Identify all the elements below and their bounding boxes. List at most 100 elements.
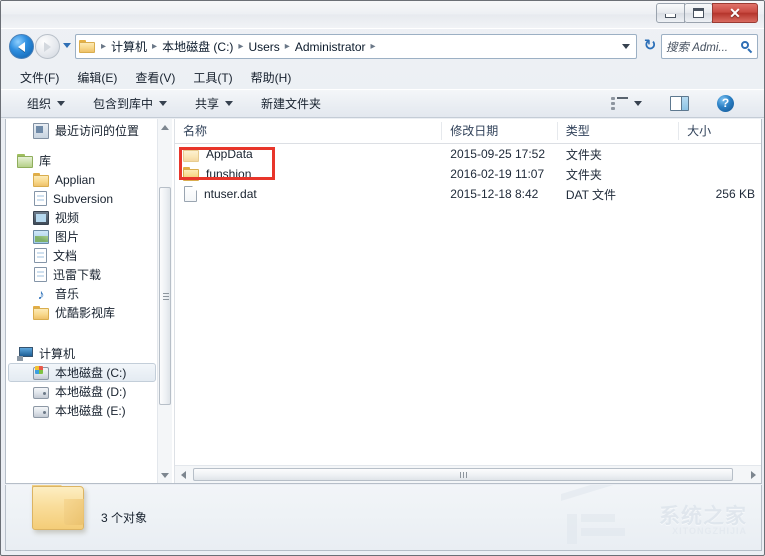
folder-icon xyxy=(183,166,199,183)
help-button[interactable]: ? xyxy=(709,92,742,115)
window-controls: ✕ xyxy=(656,3,758,24)
sidebar-item-label: 视频 xyxy=(55,211,80,225)
maximize-button[interactable] xyxy=(684,3,713,23)
music-icon: ♪ xyxy=(37,285,45,302)
column-header-name[interactable]: 名称 xyxy=(175,122,443,140)
computer-icon xyxy=(17,347,33,361)
library-icon xyxy=(17,154,33,168)
breadcrumb-computer[interactable]: 计算机 xyxy=(108,37,150,56)
sidebar-item-label: 优酷影视库 xyxy=(55,306,116,320)
breadcrumb-users[interactable]: Users xyxy=(245,39,282,55)
sidebar-item-label: Subversion xyxy=(53,191,114,206)
new-folder-button[interactable]: 新建文件夹 xyxy=(253,92,329,115)
help-icon: ? xyxy=(717,95,734,112)
back-button[interactable] xyxy=(9,34,34,59)
menu-view[interactable]: 查看(V) xyxy=(126,67,184,88)
minimize-icon xyxy=(665,13,676,18)
sidebar-item-label: 库 xyxy=(39,154,52,168)
triangle-right-icon xyxy=(750,470,756,479)
sidebar-item-label: 本地磁盘 (C:) xyxy=(55,366,127,380)
folder-icon xyxy=(33,173,49,187)
sidebar-item-label: 音乐 xyxy=(55,287,80,301)
sidebar-item-computer[interactable]: 计算机 xyxy=(8,344,156,363)
column-header-date-modified[interactable]: 修改日期 xyxy=(442,122,558,140)
refresh-button[interactable]: ↻ xyxy=(641,37,659,55)
file-name-cell[interactable]: AppData xyxy=(175,147,442,162)
column-header-type[interactable]: 类型 xyxy=(558,122,680,140)
breadcrumb-administrator[interactable]: Administrator xyxy=(292,39,369,55)
sidebar-item-documents[interactable]: 文档 xyxy=(8,246,156,265)
watermark: 系统之家 XITONGZHIJIA xyxy=(557,485,753,548)
chevron-down-icon xyxy=(57,101,66,106)
sidebar-item-local-disk-c[interactable]: 本地磁盘 (C:) xyxy=(8,363,156,382)
sidebar-item-music[interactable]: ♪ 音乐 xyxy=(8,284,156,303)
scroll-up-button[interactable] xyxy=(158,119,172,135)
explorer-window: ✕ ▸ 计算机 ▸ 本地磁盘 (C:) ▸ Users ▸ Administra… xyxy=(0,0,765,556)
horizontal-scrollbar-track[interactable] xyxy=(191,467,745,482)
sidebar-item-pictures[interactable]: 图片 xyxy=(8,227,156,246)
address-bar[interactable]: ▸ 计算机 ▸ 本地磁盘 (C:) ▸ Users ▸ Administrato… xyxy=(75,34,637,59)
search-input[interactable]: 搜索 Admi... xyxy=(666,39,741,55)
organize-button[interactable]: 组织 xyxy=(19,92,73,115)
sidebar-item-label: 文档 xyxy=(53,249,78,263)
menu-edit[interactable]: 编辑(E) xyxy=(68,67,126,88)
arrow-right-icon xyxy=(44,41,51,52)
scroll-down-button[interactable] xyxy=(158,467,172,483)
command-toolbar: 组织 包含到库中 共享 新建文件夹 ? xyxy=(1,89,764,118)
watermark-subtitle: XITONGZHIJIA xyxy=(672,526,747,536)
column-header-row: 名称 修改日期 类型 大小 xyxy=(175,119,761,144)
sidebar-item-local-disk-e[interactable]: 本地磁盘 (E:) xyxy=(8,401,156,420)
sidebar-scrollbar[interactable] xyxy=(157,119,172,483)
picture-icon xyxy=(33,230,49,244)
address-dropdown-icon[interactable] xyxy=(622,44,630,49)
share-button[interactable]: 共享 xyxy=(187,92,241,115)
sidebar-item-videos[interactable]: 视频 xyxy=(8,208,156,227)
sidebar-item-label: 计算机 xyxy=(39,347,76,361)
breadcrumb-separator: ▸ xyxy=(370,41,376,52)
include-in-library-button[interactable]: 包含到库中 xyxy=(85,92,175,115)
close-button[interactable]: ✕ xyxy=(712,3,758,23)
preview-pane-button[interactable] xyxy=(662,93,697,114)
file-date-cell: 2016-02-19 11:07 xyxy=(450,167,545,181)
sidebar-item-thunder-download[interactable]: 迅雷下载 xyxy=(8,265,156,284)
sidebar-item-libraries[interactable]: 库 xyxy=(8,151,156,170)
menu-tools[interactable]: 工具(T) xyxy=(184,67,241,88)
include-in-library-label: 包含到库中 xyxy=(93,97,154,111)
table-row[interactable]: funshion 2016-02-19 11:07 文件夹 xyxy=(175,164,761,184)
scroll-right-button[interactable] xyxy=(745,467,761,482)
column-header-size[interactable]: 大小 xyxy=(679,122,761,140)
arrow-left-icon xyxy=(18,41,25,52)
horizontal-scrollbar[interactable] xyxy=(175,465,761,483)
sidebar-item-youku-library[interactable]: 优酷影视库 xyxy=(8,303,156,322)
maximize-icon xyxy=(693,8,704,18)
horizontal-scrollbar-thumb[interactable] xyxy=(193,468,733,481)
table-row[interactable]: AppData 2015-09-25 17:52 文件夹 xyxy=(175,144,761,164)
folder-icon xyxy=(33,306,49,320)
sidebar-item-label: 本地磁盘 (D:) xyxy=(55,385,127,399)
sidebar-item-applian[interactable]: Applian xyxy=(8,170,156,189)
chevron-down-icon xyxy=(225,101,234,106)
forward-button[interactable] xyxy=(35,34,60,59)
scroll-left-button[interactable] xyxy=(175,467,191,482)
history-dropdown-icon[interactable] xyxy=(63,43,71,48)
search-icon xyxy=(741,40,753,53)
search-box[interactable]: 搜索 Admi... xyxy=(661,34,758,59)
drive-icon xyxy=(33,405,49,418)
title-bar: ✕ xyxy=(1,1,764,29)
breadcrumb-local-disk-c[interactable]: 本地磁盘 (C:) xyxy=(159,37,236,56)
menu-help[interactable]: 帮助(H) xyxy=(242,67,301,88)
minimize-button[interactable] xyxy=(656,3,685,23)
document-icon xyxy=(34,248,47,263)
file-name-cell[interactable]: ntuser.dat xyxy=(175,186,442,202)
table-row[interactable]: ntuser.dat 2015-12-18 8:42 DAT 文件 256 KB xyxy=(175,184,761,204)
menu-file[interactable]: 文件(F) xyxy=(11,67,68,88)
sidebar-item-subversion[interactable]: Subversion xyxy=(8,189,156,208)
file-name-cell[interactable]: funshion xyxy=(175,166,442,183)
sidebar-item-recent-places[interactable]: 最近访问的位置 xyxy=(8,121,156,140)
sidebar-item-local-disk-d[interactable]: 本地磁盘 (D:) xyxy=(8,382,156,401)
change-view-button[interactable] xyxy=(603,94,650,114)
sidebar-scrollbar-thumb[interactable] xyxy=(159,187,171,405)
breadcrumb-separator: ▸ xyxy=(152,41,158,52)
